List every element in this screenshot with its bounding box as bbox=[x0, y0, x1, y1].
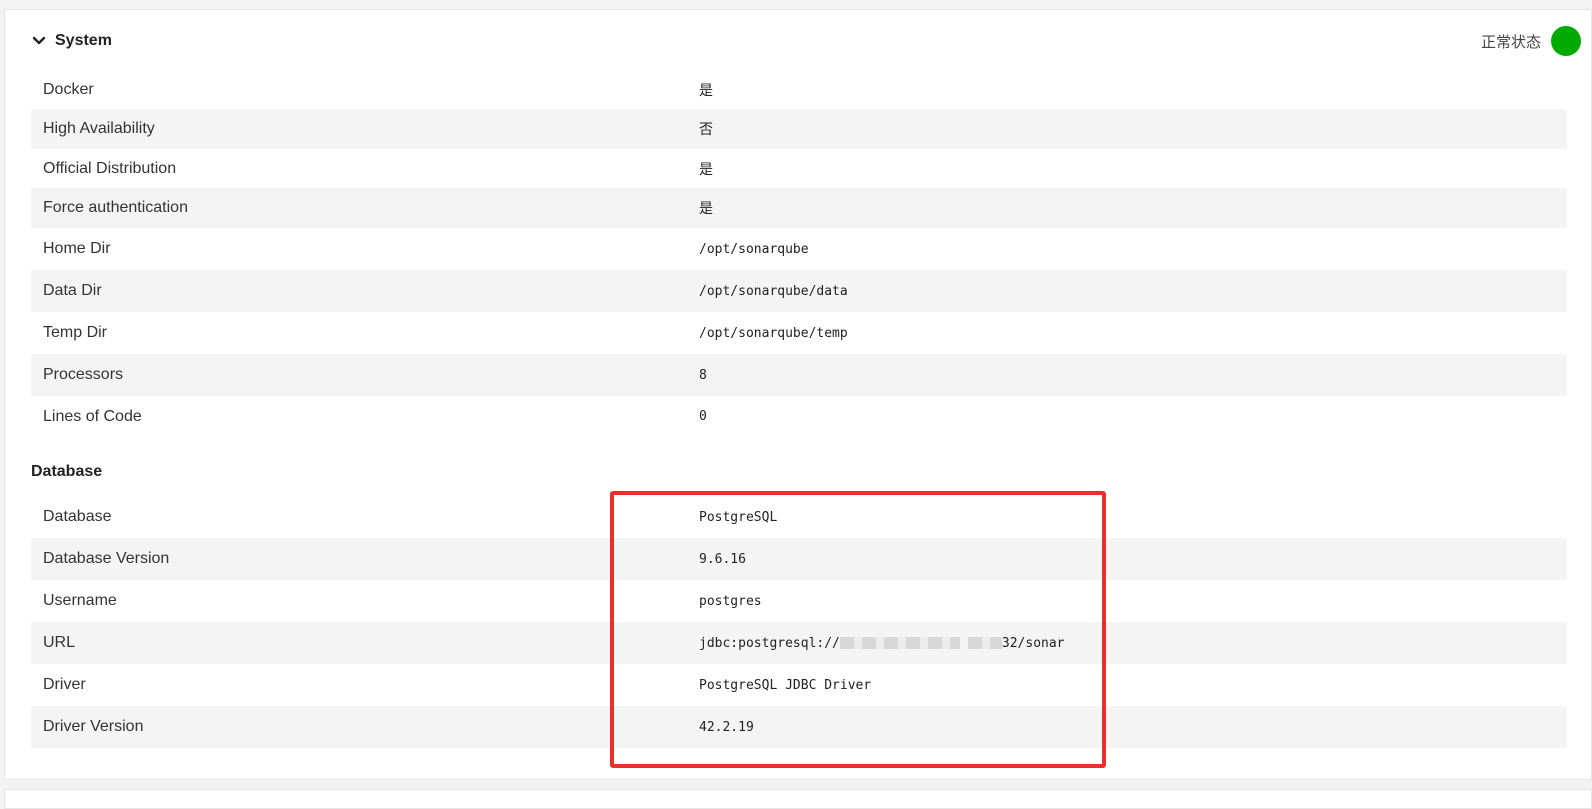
row-label: Driver Version bbox=[43, 718, 144, 735]
next-panel bbox=[4, 789, 1592, 809]
table-row: Lines of Code 0 bbox=[31, 396, 1567, 437]
row-value: PostgreSQL JDBC Driver bbox=[699, 677, 872, 693]
row-label: Temp Dir bbox=[43, 324, 108, 341]
row-value: 8 bbox=[699, 367, 707, 383]
table-row: Official Distribution 是 bbox=[31, 149, 1567, 188]
row-value: /opt/sonarqube/temp bbox=[699, 325, 848, 341]
database-table: Database PostgreSQL Database Version 9.6… bbox=[31, 496, 1567, 748]
redacted-port bbox=[967, 637, 1002, 649]
table-row: Driver Version 42.2.19 bbox=[31, 706, 1567, 748]
row-value: 是 bbox=[699, 201, 713, 217]
row-value: PostgreSQL bbox=[699, 509, 778, 525]
row-value: 42.2.19 bbox=[699, 719, 754, 735]
row-label: Official Distribution bbox=[43, 159, 177, 177]
row-label: Data Dir bbox=[43, 282, 102, 299]
table-row: Temp Dir /opt/sonarqube/temp bbox=[31, 312, 1567, 354]
database-heading: Database bbox=[31, 463, 103, 480]
table-row: Database Version 9.6.16 bbox=[31, 538, 1567, 580]
row-value: jdbc:postgresql:// 32/sonar bbox=[699, 636, 1065, 651]
row-label: High Availability bbox=[43, 120, 155, 137]
system-table: Docker 是 High Availability 否 Official Di… bbox=[31, 70, 1567, 437]
section-toggle-button[interactable]: System bbox=[31, 32, 112, 50]
row-label: Driver bbox=[43, 676, 86, 693]
row-label: Database Version bbox=[43, 550, 170, 567]
table-row: Force authentication 是 bbox=[31, 188, 1567, 228]
row-label: Username bbox=[43, 592, 117, 609]
table-row: Data Dir /opt/sonarqube/data bbox=[31, 270, 1567, 312]
health-status: 正常状态 bbox=[1481, 26, 1581, 56]
table-row: Home Dir /opt/sonarqube bbox=[31, 228, 1567, 270]
row-value: /opt/sonarqube bbox=[699, 241, 809, 257]
system-info-panel: System 正常状态 Docker 是 High Availability 否… bbox=[4, 9, 1592, 780]
redacted-host bbox=[839, 637, 960, 649]
table-row: Docker 是 bbox=[31, 70, 1567, 109]
url-suffix: 32/sonar bbox=[1001, 635, 1065, 651]
row-value: 是 bbox=[699, 82, 713, 99]
row-label: Database bbox=[43, 508, 112, 525]
chevron-down-icon bbox=[32, 36, 46, 45]
row-label: Processors bbox=[43, 366, 124, 383]
section-header: System 正常状态 bbox=[5, 10, 1591, 70]
health-status-indicator bbox=[1551, 26, 1581, 56]
row-value: postgres bbox=[699, 593, 762, 609]
row-label: Docker bbox=[43, 80, 94, 98]
row-label: Home Dir bbox=[43, 240, 111, 257]
health-status-label: 正常状态 bbox=[1480, 32, 1541, 51]
row-value: 9.6.16 bbox=[699, 551, 746, 567]
table-row: Processors 8 bbox=[31, 354, 1567, 396]
row-value: 是 bbox=[699, 161, 713, 178]
row-label: Force authentication bbox=[43, 199, 188, 216]
table-row: Driver PostgreSQL JDBC Driver bbox=[31, 664, 1567, 706]
row-label: Lines of Code bbox=[43, 407, 142, 425]
row-label: URL bbox=[43, 634, 76, 651]
table-row: Username postgres bbox=[31, 580, 1567, 622]
section-title: System bbox=[55, 32, 112, 49]
row-value: 否 bbox=[699, 122, 713, 138]
row-value: /opt/sonarqube/data bbox=[699, 283, 848, 299]
table-row: Database PostgreSQL bbox=[31, 496, 1567, 538]
url-prefix: jdbc:postgresql:// bbox=[699, 635, 840, 651]
table-row: High Availability 否 bbox=[31, 109, 1567, 149]
table-row: URL jdbc:postgresql:// 32/sonar bbox=[31, 622, 1567, 664]
row-value: 0 bbox=[699, 409, 707, 424]
